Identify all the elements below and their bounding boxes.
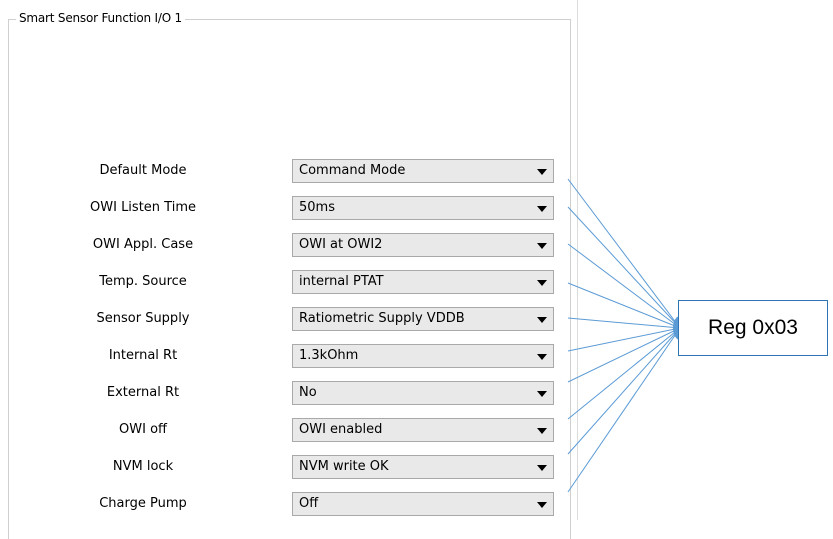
charge-pump-value: Off <box>299 496 319 511</box>
label-temp-source: Temp. Source <box>99 274 187 289</box>
external-rt-value: No <box>299 385 317 400</box>
external-rt-select[interactable]: No <box>292 381 554 405</box>
owi-appl-case-value: OWI at OWI2 <box>299 237 383 252</box>
panel-divider <box>577 0 578 520</box>
chevron-down-icon <box>537 317 547 323</box>
label-owi-listen-time: OWI Listen Time <box>90 200 196 215</box>
owi-listen-time-select[interactable]: 50ms <box>292 196 554 220</box>
label-default-mode: Default Mode <box>99 163 187 178</box>
label-owi-off: OWI off <box>119 422 167 437</box>
chevron-down-icon <box>537 280 547 286</box>
label-external-rt: External Rt <box>106 385 180 400</box>
nvm-lock-select[interactable]: NVM write OK <box>292 455 554 479</box>
owi-off-select[interactable]: OWI enabled <box>292 418 554 442</box>
sensor-supply-select[interactable]: Ratiometric Supply VDDB <box>292 307 554 331</box>
settings-panel: Smart Sensor Function I/O 1 Default Mode… <box>0 0 578 539</box>
chevron-down-icon <box>537 354 547 360</box>
default-mode-value: Command Mode <box>299 163 406 178</box>
sensor-supply-value: Ratiometric Supply VDDB <box>299 311 465 326</box>
chevron-down-icon <box>537 502 547 508</box>
label-owi-appl-case: OWI Appl. Case <box>92 237 194 252</box>
chevron-down-icon <box>537 206 547 212</box>
chevron-down-icon <box>537 465 547 471</box>
label-charge-pump: Charge Pump <box>99 496 187 511</box>
temp-source-select[interactable]: internal PTAT <box>292 270 554 294</box>
nvm-lock-value: NVM write OK <box>299 459 389 474</box>
internal-rt-select[interactable]: 1.3kOhm <box>292 344 554 368</box>
groupbox-title: Smart Sensor Function I/O 1 <box>16 11 185 25</box>
owi-appl-case-select[interactable]: OWI at OWI2 <box>292 233 554 257</box>
default-mode-select[interactable]: Command Mode <box>292 159 554 183</box>
label-nvm-lock: NVM lock <box>112 459 174 474</box>
chevron-down-icon <box>537 428 547 434</box>
internal-rt-value: 1.3kOhm <box>299 348 359 363</box>
temp-source-value: internal PTAT <box>299 274 384 289</box>
owi-listen-time-value: 50ms <box>299 200 335 215</box>
label-sensor-supply: Sensor Supply <box>96 311 190 326</box>
chevron-down-icon <box>537 243 547 249</box>
chevron-down-icon <box>537 391 547 397</box>
owi-off-value: OWI enabled <box>299 422 383 437</box>
chevron-down-icon <box>537 169 547 175</box>
charge-pump-select[interactable]: Off <box>292 492 554 516</box>
label-internal-rt: Internal Rt <box>108 348 178 363</box>
register-callout: Reg 0x03 <box>678 300 828 356</box>
